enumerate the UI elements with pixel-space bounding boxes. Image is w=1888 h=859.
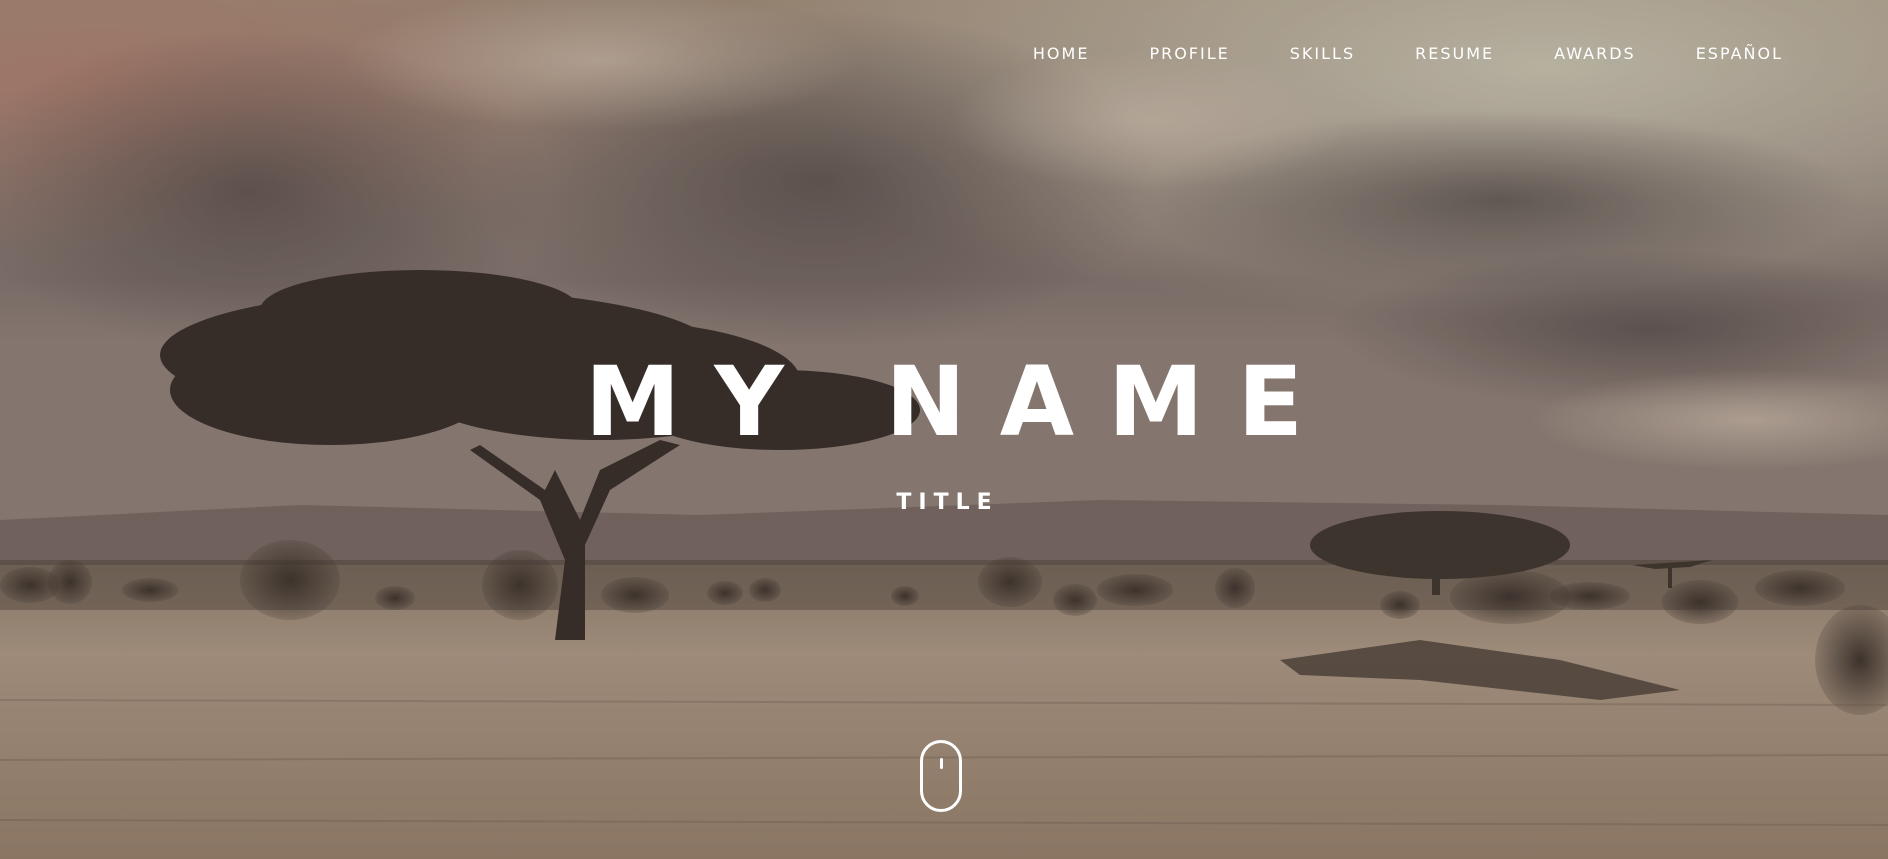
nav-item-resume[interactable]: RESUME	[1415, 44, 1494, 64]
nav-item-profile[interactable]: PROFILE	[1149, 44, 1229, 64]
nav-link-espanol[interactable]: ESPAÑOL	[1696, 44, 1783, 63]
hero-title: TITLE	[896, 490, 999, 515]
main-nav: HOME PROFILE SKILLS RESUME AWARDS ESPAÑO…	[973, 44, 1783, 64]
hero-section: HOME PROFILE SKILLS RESUME AWARDS ESPAÑO…	[0, 0, 1888, 859]
nav-link-profile[interactable]: PROFILE	[1149, 44, 1229, 63]
mouse-wheel-icon	[940, 758, 943, 769]
nav-item-espanol[interactable]: ESPAÑOL	[1696, 44, 1783, 64]
nav-link-resume[interactable]: RESUME	[1415, 44, 1494, 63]
nav-link-skills[interactable]: SKILLS	[1290, 44, 1355, 63]
nav-item-home[interactable]: HOME	[1033, 44, 1090, 64]
nav-link-awards[interactable]: AWARDS	[1554, 44, 1636, 63]
nav-link-home[interactable]: HOME	[1033, 44, 1090, 63]
mouse-scroll-icon[interactable]	[920, 740, 962, 812]
hero-text: MY NAME TITLE	[0, 352, 1888, 515]
nav-item-skills[interactable]: SKILLS	[1290, 44, 1355, 64]
nav-item-awards[interactable]: AWARDS	[1554, 44, 1636, 64]
hero-name: MY NAME	[584, 346, 1338, 458]
